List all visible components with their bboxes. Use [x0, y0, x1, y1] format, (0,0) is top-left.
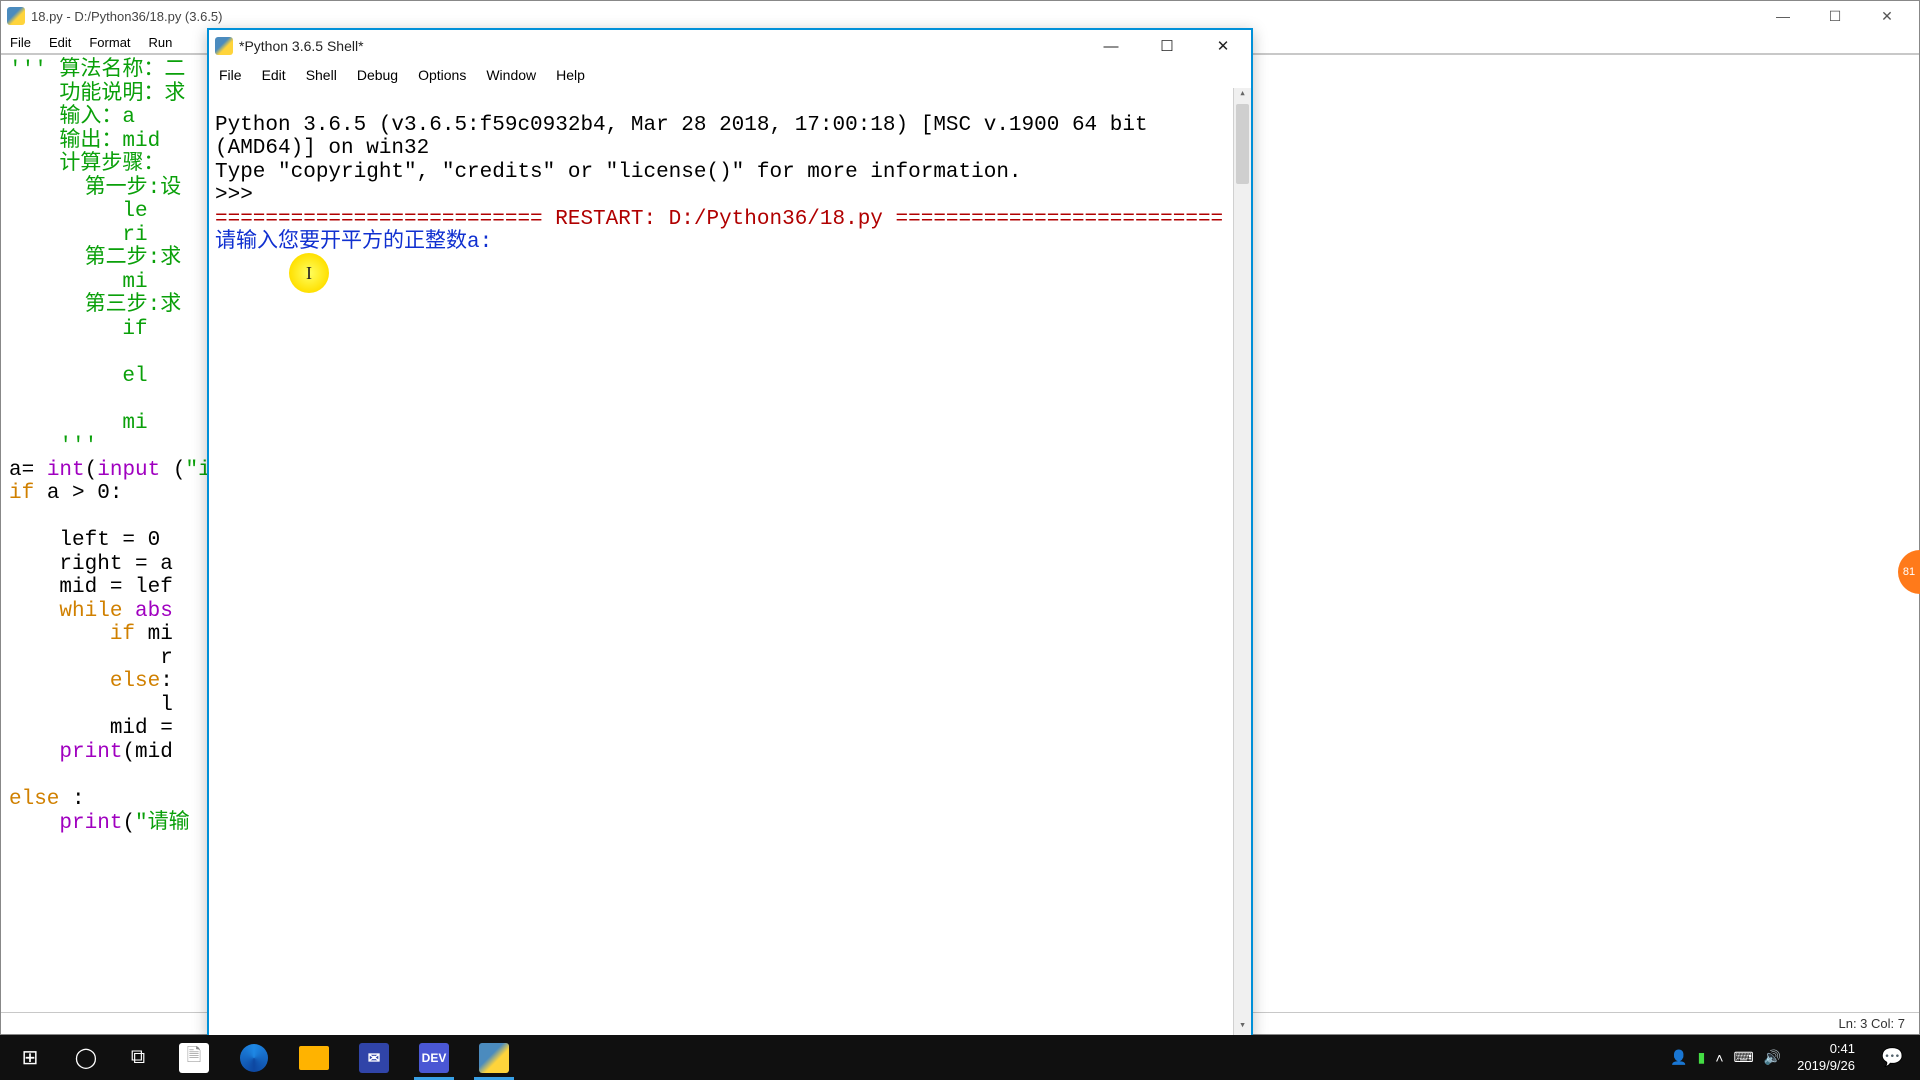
tray-expand-icon[interactable]: ˄: [1715, 1050, 1723, 1066]
marker-label: I: [306, 263, 312, 284]
cortana-button[interactable]: ◯: [60, 1035, 112, 1080]
idle-shell-window: *Python 3.6.5 Shell* — ☐ ✕ File Edit She…: [207, 28, 1253, 1038]
taskbar-app-edge[interactable]: [224, 1035, 284, 1080]
shell-menu-edit[interactable]: Edit: [252, 62, 296, 88]
editor-minimize-button[interactable]: —: [1757, 3, 1809, 29]
taskbar-clock[interactable]: 0:41 2019/9/26: [1787, 1035, 1865, 1080]
start-button[interactable]: ⊞: [0, 1035, 60, 1080]
system-tray[interactable]: 👤 ▮ ˄ ⌨ 🔊: [1664, 1035, 1787, 1080]
clock-time: 0:41: [1830, 1041, 1855, 1057]
shell-prompt: >>>: [215, 184, 265, 207]
editor-close-button[interactable]: ✕: [1861, 3, 1913, 29]
editor-menu-file[interactable]: File: [1, 31, 40, 53]
shell-maximize-button[interactable]: ☐: [1139, 31, 1195, 61]
editor-title-text: 18.py - D:/Python36/18.py (3.6.5): [31, 9, 1757, 24]
taskbar-app-explorer[interactable]: [284, 1035, 344, 1080]
editor-cursor-position: Ln: 3 Col: 7: [1839, 1016, 1906, 1031]
shell-restart-line: ========================== RESTART: D:/P…: [215, 208, 1223, 231]
shell-menu-file[interactable]: File: [209, 62, 252, 88]
taskbar-app-idle[interactable]: [464, 1035, 524, 1080]
scroll-up-arrow[interactable]: ▴: [1234, 88, 1251, 104]
action-center-button[interactable]: 💬: [1865, 1035, 1920, 1080]
taskbar: ⊞ ◯ ⧉ 🗎 ✉ DEV 👤 ▮ ˄ ⌨ 🔊 0:41 2019/9/26 💬: [0, 1035, 1920, 1080]
idle-icon: [479, 1043, 509, 1073]
python-icon: [7, 7, 25, 25]
scroll-thumb[interactable]: [1236, 104, 1249, 184]
taskbar-app-outlook[interactable]: ✉: [344, 1035, 404, 1080]
taskbar-app-dev[interactable]: DEV: [404, 1035, 464, 1080]
scroll-down-arrow[interactable]: ▾: [1234, 1020, 1251, 1036]
outlook-icon: ✉: [359, 1043, 389, 1073]
shell-menu-shell[interactable]: Shell: [296, 62, 347, 88]
python-icon: [215, 37, 233, 55]
shell-banner-line1: Python 3.6.5 (v3.6.5:f59c0932b4, Mar 28 …: [215, 114, 1160, 161]
shell-close-button[interactable]: ✕: [1195, 31, 1251, 61]
taskbar-app-file[interactable]: 🗎: [164, 1035, 224, 1080]
ime-icon[interactable]: ⌨: [1734, 1049, 1754, 1066]
edge-icon: [240, 1044, 268, 1072]
shell-menu-debug[interactable]: Debug: [347, 62, 408, 88]
editor-maximize-button[interactable]: ☐: [1809, 3, 1861, 29]
shell-title-text: *Python 3.6.5 Shell*: [239, 38, 1083, 54]
clock-date: 2019/9/26: [1797, 1058, 1855, 1074]
shell-menubar: File Edit Shell Debug Options Window Hel…: [209, 62, 1251, 88]
edge-badge-value: 81: [1903, 566, 1915, 578]
shell-scrollbar[interactable]: ▴ ▾: [1233, 88, 1251, 1036]
shell-output-area[interactable]: Python 3.6.5 (v3.6.5:f59c0932b4, Mar 28 …: [209, 88, 1251, 1036]
editor-titlebar[interactable]: 18.py - D:/Python36/18.py (3.6.5) — ☐ ✕: [1, 1, 1919, 31]
shell-input-prompt: 请输入您要开平方的正整数a:: [215, 231, 505, 254]
shell-menu-options[interactable]: Options: [408, 62, 476, 88]
volume-icon[interactable]: 🔊: [1764, 1049, 1781, 1066]
task-view-button[interactable]: ⧉: [112, 1035, 164, 1080]
shell-minimize-button[interactable]: —: [1083, 31, 1139, 61]
file-icon: 🗎: [179, 1043, 209, 1073]
shell-titlebar[interactable]: *Python 3.6.5 Shell* — ☐ ✕: [209, 30, 1251, 62]
folder-icon: [299, 1046, 329, 1070]
shell-banner-line2: Type "copyright", "credits" or "license(…: [215, 161, 1022, 184]
people-icon[interactable]: 👤: [1670, 1049, 1687, 1066]
shell-menu-help[interactable]: Help: [546, 62, 595, 88]
shell-menu-window[interactable]: Window: [476, 62, 546, 88]
cursor-highlight-marker: I: [289, 253, 329, 293]
dev-icon: DEV: [419, 1043, 449, 1073]
editor-menu-format[interactable]: Format: [80, 31, 139, 53]
battery-icon[interactable]: ▮: [1698, 1049, 1706, 1066]
editor-menu-run[interactable]: Run: [140, 31, 182, 53]
editor-menu-edit[interactable]: Edit: [40, 31, 80, 53]
